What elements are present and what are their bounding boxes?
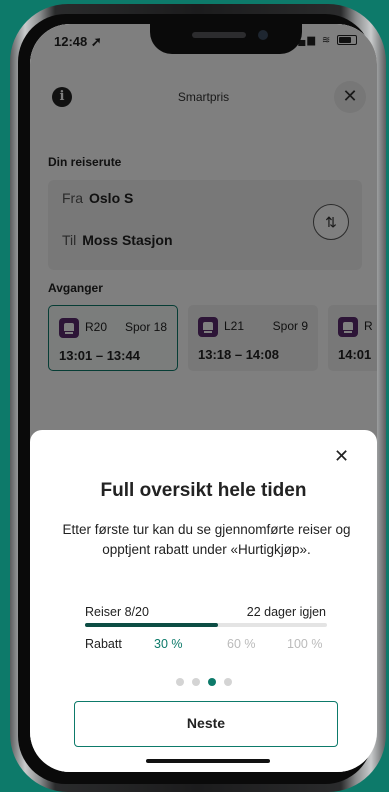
phone-screen: 12:48 ➚ ▂▄▆ ≋ i Smartpris ✕ Din reiserut… [30,24,377,772]
next-button[interactable]: Neste [74,701,338,747]
page-dot-3[interactable] [207,678,216,686]
discount-level-60: 60 % [227,637,256,651]
speaker [192,32,246,38]
page-dot-1[interactable] [175,678,184,686]
home-indicator [146,759,270,763]
page-dot-4[interactable] [223,678,232,686]
sheet-body: Etter første tur kan du se gjennomførte … [62,522,351,557]
discount-level-100: 100 % [287,637,323,651]
onboarding-sheet: ✕ Full oversikt hele tiden Etter første … [30,430,377,772]
trips-progress-fill [85,623,219,627]
close-icon[interactable]: ✕ [334,446,349,467]
page-indicator [30,673,377,691]
page-dot-2[interactable] [191,678,200,686]
trips-counter: Reiser 8/20 [85,605,149,619]
discount-level-30: 30 % [154,637,183,651]
discount-label: Rabatt [85,637,122,651]
camera-icon [258,30,268,40]
days-remaining: 22 dager igjen [246,605,326,619]
notch [150,24,302,54]
trips-progress-bar [85,623,327,627]
sheet-title: Full oversikt hele tiden [100,480,307,501]
